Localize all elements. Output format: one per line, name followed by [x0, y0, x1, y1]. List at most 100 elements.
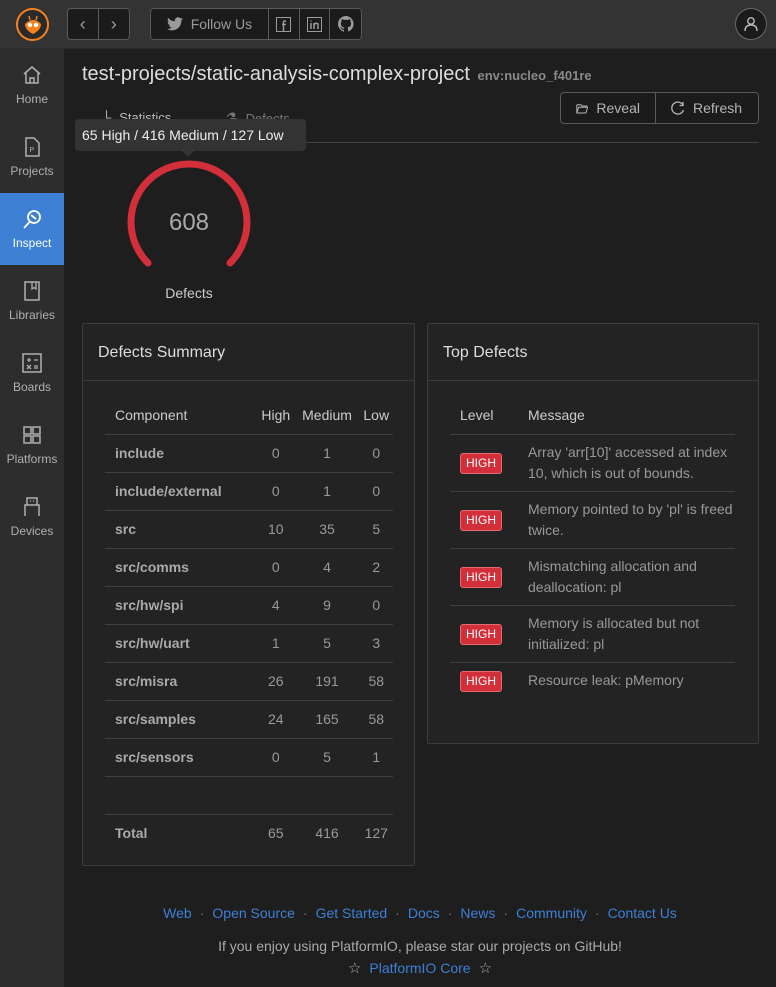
total-count: 416 [315, 825, 339, 842]
count-cell: 1 [294, 472, 360, 511]
libraries-icon [24, 281, 40, 301]
column-header: Level [450, 396, 528, 435]
star-icon: ☆ [347, 960, 362, 977]
platformio-core-link[interactable]: PlatformIO Core [369, 960, 470, 976]
defect-row[interactable]: HIGH Array 'arr[10]' accessed at index 10… [450, 434, 735, 492]
count-cell: 5 [294, 624, 360, 663]
footer-link[interactable]: Get Started [316, 905, 388, 921]
count-cell: 10 [257, 510, 295, 549]
count-cell: 3 [359, 624, 393, 663]
chevron-left-icon: ‹ [79, 13, 86, 34]
footer-link[interactable]: Open Source [212, 905, 295, 921]
footer-link[interactable]: News [460, 905, 495, 921]
defect-row[interactable]: HIGH Memory is allocated but not initiali… [450, 605, 735, 663]
count-cell: 58 [359, 700, 393, 739]
count-cell: 165 [294, 700, 360, 739]
severity-badge: HIGH [460, 670, 502, 692]
devices-icon [24, 497, 40, 516]
message-cell: Memory is allocated but not initialized:… [528, 605, 735, 663]
user-account-button[interactable] [735, 8, 767, 40]
footer-link[interactable]: Web [163, 905, 192, 921]
back-button[interactable]: ‹ [68, 9, 99, 39]
separator: · [395, 905, 400, 921]
count-cell: 191 [294, 662, 360, 701]
severity-badge: HIGH [460, 509, 502, 531]
user-icon [744, 17, 758, 32]
table-row: src/sensors 0 5 1 [105, 738, 393, 777]
level-cell: HIGH [450, 662, 528, 699]
table-header-row: Level Message [450, 396, 735, 435]
sidebar-item-label: Boards [12, 380, 52, 394]
column-header: Component [105, 396, 258, 435]
defects-summary-card: Defects Summary Component High Medium Lo… [82, 323, 415, 866]
component-cell: src/comms [105, 548, 258, 587]
count-cell: 58 [359, 662, 393, 701]
count-cell: 1 [257, 624, 295, 663]
count-cell: 0 [359, 434, 393, 473]
top-bar: ‹ › Follow Us [0, 0, 776, 49]
component-cell: src [105, 510, 258, 549]
gauge-label: Defects [165, 285, 213, 301]
sidebar-item-libraries[interactable]: Libraries [0, 265, 64, 337]
sidebar-item-inspect[interactable]: Inspect [0, 193, 64, 265]
alien-logo-icon [24, 15, 41, 34]
boards-icon [22, 353, 42, 373]
component-cell: include/external [105, 472, 258, 511]
defect-row[interactable]: HIGH Memory pointed to by 'pl' is freed t… [450, 491, 735, 549]
top-defects-table: Level Message HIGH Array 'arr[10]' access… [450, 396, 735, 699]
table-row: src/comms 0 4 2 [105, 548, 393, 587]
github-button[interactable] [330, 9, 361, 39]
message-cell: Resource leak: pMemory [528, 672, 684, 688]
sidebar-item-boards[interactable]: Boards [0, 337, 64, 409]
sidebar-item-label: Inspect [12, 236, 52, 250]
follow-twitter-button[interactable]: Follow Us [151, 9, 269, 39]
footer-links: Web · Open Source · Get Started · Docs · News · Co… [64, 905, 776, 921]
sidebar-item-label: Projects [10, 164, 54, 178]
sidebar-item-home[interactable]: Home [0, 49, 64, 121]
total-label: Total [115, 825, 148, 842]
forward-button[interactable]: › [99, 9, 129, 39]
defect-row[interactable]: HIGH Mismatching allocation and deallocat… [450, 548, 735, 606]
footer-star-row: ☆ PlatformIO Core ☆ [64, 959, 776, 977]
count-cell: 4 [257, 586, 295, 625]
count-cell: 0 [257, 548, 295, 587]
count-cell: 24 [257, 700, 295, 739]
count-cell: 5 [294, 738, 360, 777]
chevron-right-icon: › [110, 13, 117, 34]
defect-row[interactable]: HIGH Resource leak: pMemory [450, 662, 735, 699]
footer-link[interactable]: Community [516, 905, 587, 921]
column-header: Medium [294, 396, 360, 435]
total-count: 127 [364, 825, 388, 842]
level-cell: HIGH [450, 548, 528, 606]
reveal-button[interactable]: Reveal [561, 93, 656, 123]
refresh-button[interactable]: Refresh [656, 93, 758, 123]
sidebar-item-projects[interactable]: P Projects [0, 121, 64, 193]
project-path: test-projects/static-analysis-complex-pr… [82, 63, 470, 85]
github-icon [337, 16, 354, 32]
table-row: src/hw/uart 1 5 3 [105, 624, 393, 663]
page-title: test-projects/static-analysis-complex-pr… [82, 63, 592, 86]
footer-link[interactable]: Contact Us [608, 905, 677, 921]
message-cell: Array 'arr[10]' accessed at index 10, wh… [528, 434, 735, 492]
footer-note: If you enjoy using PlatformIO, please st… [218, 938, 622, 954]
level-cell: HIGH [450, 434, 528, 492]
separator: · [302, 905, 308, 921]
defects-summary-table: Component High Medium Low include 0 1 0 incl… [105, 396, 393, 852]
table-row: include/external 0 1 0 [105, 472, 393, 511]
message-cell: Memory pointed to by 'pl' is freed twice… [528, 491, 735, 549]
folder-open-icon [576, 103, 589, 114]
table-row: src/samples 24 165 58 [105, 700, 393, 739]
footer-link[interactable]: Docs [408, 905, 440, 921]
sidebar-item-platforms[interactable]: Platforms [0, 409, 64, 481]
linkedin-button[interactable] [300, 9, 331, 39]
column-header: Low [359, 396, 393, 435]
facebook-button[interactable] [269, 9, 300, 39]
platformio-logo[interactable] [16, 8, 49, 41]
count-cell: 0 [257, 434, 295, 473]
table-row: include 0 1 0 [105, 434, 393, 473]
sidebar-item-devices[interactable]: Devices [0, 481, 64, 553]
count-cell: 35 [294, 510, 360, 549]
count-cell: 5 [359, 510, 393, 549]
table-row: src 10 35 5 [105, 510, 393, 549]
component-cell: src/hw/spi [105, 586, 258, 625]
